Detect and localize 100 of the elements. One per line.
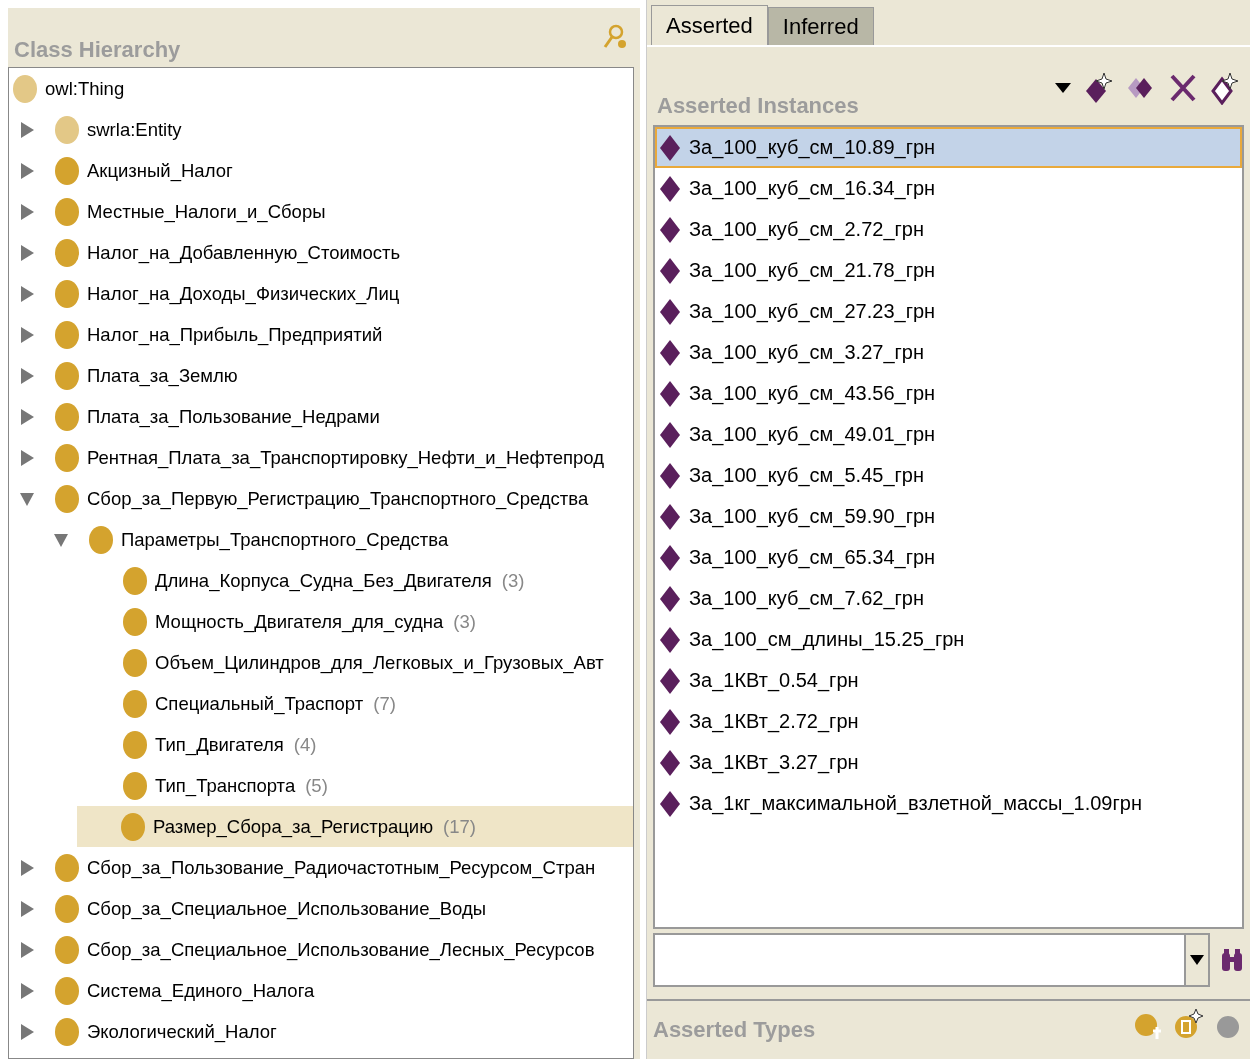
instance-row[interactable]: За_100_куб_см_10.89_грн	[655, 127, 1242, 168]
instance-label: За_100_см_длины_15.25_грн	[689, 628, 965, 651]
tree-row[interactable]: owl:Thing	[9, 68, 633, 109]
expand-icon[interactable]	[19, 324, 35, 345]
expand-icon[interactable]	[19, 980, 35, 1001]
class-label: Плата_за_Пользование_Недрами	[87, 405, 380, 428]
class-label: Сбор_за_Специальное_Использование_Воды	[87, 897, 487, 920]
instance-label: За_100_куб_см_10.89_грн	[689, 136, 936, 159]
instance-row[interactable]: За_100_куб_см_5.45_грн	[655, 455, 1242, 496]
tree-row[interactable]: Тип_Транспорта (5)	[9, 765, 633, 806]
class-label: Налог_на_Прибыль_Предприятий	[87, 323, 383, 346]
class-label: Длина_Корпуса_Судна_Без_Двигателя	[155, 569, 492, 592]
instance-row[interactable]: За_100_куб_см_49.01_грн	[655, 414, 1242, 455]
expand-icon[interactable]	[19, 365, 35, 386]
class-label: Сбор_за_Первую_Регистрацию_Транспортного_Средства	[87, 487, 589, 510]
instance-label: За_1КВт_3.27_грн	[689, 751, 859, 774]
expand-icon[interactable]	[19, 447, 35, 468]
tab[interactable]: Asserted	[651, 5, 768, 45]
expand-icon[interactable]	[19, 939, 35, 960]
tree-row[interactable]: Плата_за_Землю	[9, 355, 633, 396]
tree-row[interactable]: swrla:Entity	[9, 109, 633, 150]
class-label: swrla:Entity	[87, 118, 182, 141]
expand-icon[interactable]	[19, 119, 35, 140]
instance-count: (17)	[443, 815, 476, 838]
tree-row[interactable]: Сбор_за_Специальное_Использование_Лесных_Ресурсов	[9, 929, 633, 970]
expand-icon[interactable]	[19, 898, 35, 919]
instance-row[interactable]: За_100_куб_см_16.34_грн	[655, 168, 1242, 209]
diamond-icon	[659, 502, 681, 531]
tree-row[interactable]: Параметры_Транспортного_Средства	[9, 519, 633, 560]
tree-row[interactable]: Сбор_за_Специальное_Использование_Воды	[9, 888, 633, 929]
tree-row[interactable]: Специальный_Траспорт (7)	[9, 683, 633, 724]
class-label: Тип_Транспорта	[155, 774, 296, 797]
expand-icon[interactable]	[19, 1021, 35, 1042]
instance-label: За_1КВт_0.54_грн	[689, 669, 859, 692]
instance-label: За_100_куб_см_43.56_грн	[689, 382, 936, 405]
class-label: Объем_Цилиндров_для_Легковых_и_Грузовых_Авт	[155, 651, 604, 674]
diamond-icon	[659, 133, 681, 162]
diamond-icon	[659, 256, 681, 285]
class-label: Местные_Налоги_и_Сборы	[87, 200, 326, 223]
instance-count: (5)	[305, 774, 328, 797]
instance-row[interactable]: За_100_куб_см_7.62_грн	[655, 578, 1242, 619]
expand-icon[interactable]	[19, 160, 35, 181]
add-instance-outline-icon[interactable]	[1210, 71, 1240, 105]
expand-icon[interactable]	[19, 857, 35, 878]
tree-row[interactable]: Плата_за_Пользование_Недрами	[9, 396, 633, 437]
instance-row[interactable]: За_100_куб_см_59.90_грн	[655, 496, 1242, 537]
instance-row[interactable]: За_1КВт_2.72_грн	[655, 701, 1242, 742]
instance-label: За_100_куб_см_59.90_грн	[689, 505, 936, 528]
instance-row[interactable]: За_100_куб_см_43.56_грн	[655, 373, 1242, 414]
diamond-icon	[659, 379, 681, 408]
panel-title: Asserted Instances	[657, 93, 859, 119]
class-label: owl:Thing	[45, 77, 125, 100]
tree-row[interactable]: Размер_Сбора_за_Регистрацию (17)	[77, 806, 633, 847]
expand-icon[interactable]	[19, 201, 35, 222]
class-label: Акцизный_Налог	[87, 159, 233, 182]
tree-row[interactable]: Экологический_Налог	[9, 1011, 633, 1052]
class-label: Тип_Двигателя	[155, 733, 284, 756]
expand-icon[interactable]	[19, 242, 35, 263]
tree-row[interactable]: Объем_Цилиндров_для_Легковых_и_Грузовых_Авт	[9, 642, 633, 683]
tree-row[interactable]: Акцизный_Налог	[9, 150, 633, 191]
tree-row[interactable]: Длина_Корпуса_Судна_Без_Двигателя (3)	[9, 560, 633, 601]
tree-row[interactable]: Местные_Налоги_и_Сборы	[9, 191, 633, 232]
dropdown-icon[interactable]	[1054, 82, 1072, 94]
tree-row[interactable]: Тип_Двигателя (4)	[9, 724, 633, 765]
tree-row[interactable]: Система_Единого_Налога	[9, 970, 633, 1011]
diamond-icon	[659, 215, 681, 244]
instance-row[interactable]: За_100_куб_см_65.34_грн	[655, 537, 1242, 578]
binoculars-icon[interactable]	[1220, 947, 1244, 973]
diamond-icon	[659, 420, 681, 449]
tab[interactable]: Inferred	[767, 7, 874, 45]
tree-row[interactable]: Сбор_за_Первую_Регистрацию_Транспортного_Средства	[9, 478, 633, 519]
tree-row[interactable]: Налог_на_Доходы_Физических_Лиц	[9, 273, 633, 314]
instance-row[interactable]: За_1кг_максимальной_взлетной_массы_1.09грн	[655, 783, 1242, 824]
expand-icon[interactable]	[19, 283, 35, 304]
expand-icon[interactable]	[19, 406, 35, 427]
diamond-icon	[659, 707, 681, 736]
tree-row[interactable]: Налог_на_Добавленную_Стоимость	[9, 232, 633, 273]
tree-row[interactable]: Налог_на_Прибыль_Предприятий	[9, 314, 633, 355]
instance-row[interactable]: За_100_куб_см_27.23_грн	[655, 291, 1242, 332]
search-field[interactable]	[653, 933, 1210, 987]
instance-row[interactable]: За_1КВт_3.27_грн	[655, 742, 1242, 783]
class-label: Плата_за_Землю	[87, 364, 238, 387]
edit-type-icon[interactable]	[1174, 1007, 1204, 1041]
tree-row[interactable]: Мощность_Двигателя_для_судна (3)	[9, 601, 633, 642]
diamond-icon	[659, 174, 681, 203]
tree-row[interactable]: Рентная_Плата_за_Транспортировку_Нефти_и_Нефтепрод	[9, 437, 633, 478]
instance-row[interactable]: За_1КВт_0.54_грн	[655, 660, 1242, 701]
tree-row[interactable]: Сбор_за_Пользование_Радиочастотным_Ресурсом_Стран	[9, 847, 633, 888]
delete-icon[interactable]	[1168, 73, 1198, 103]
instance-row[interactable]: За_100_куб_см_3.27_грн	[655, 332, 1242, 373]
instance-label: За_100_куб_см_7.62_грн	[689, 587, 924, 610]
instance-row[interactable]: За_100_см_длины_15.25_грн	[655, 619, 1242, 660]
dropdown-icon[interactable]	[1190, 955, 1204, 965]
add-instance-icon[interactable]	[1084, 71, 1114, 105]
instance-row[interactable]: За_100_куб_см_21.78_грн	[655, 250, 1242, 291]
instance-row[interactable]: За_100_куб_см_2.72_грн	[655, 209, 1242, 250]
class-label: Сбор_за_Специальное_Использование_Лесных_Ресурсов	[87, 938, 595, 961]
diamond-icon	[659, 543, 681, 572]
instance-label: За_100_куб_см_16.34_грн	[689, 177, 936, 200]
diamond-icon	[659, 338, 681, 367]
